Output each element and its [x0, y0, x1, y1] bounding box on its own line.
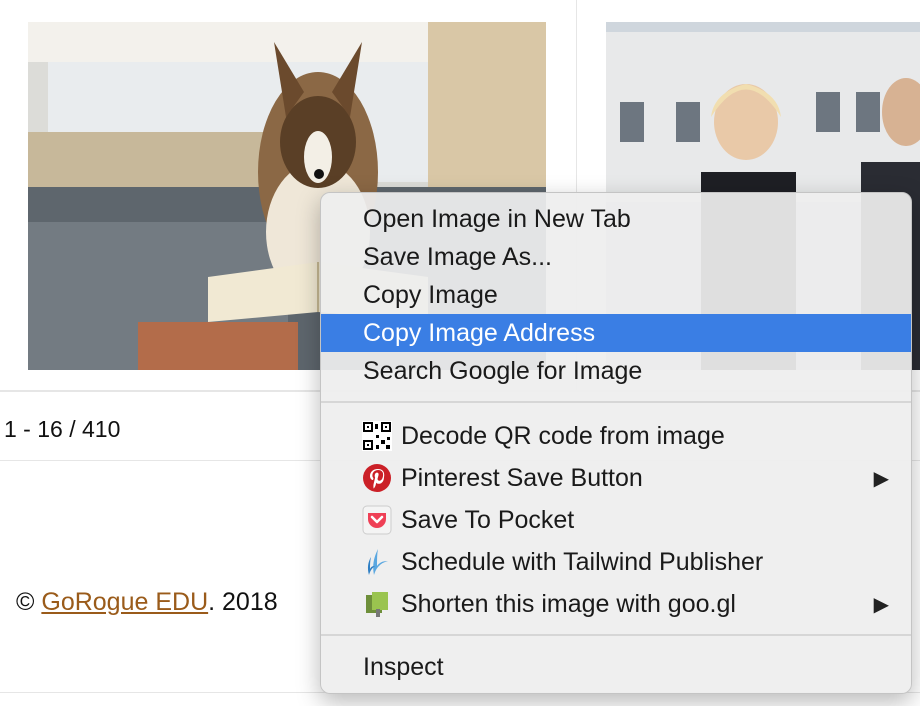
copyright-year: . 2018 — [208, 588, 278, 616]
submenu-arrow-icon: ▶ — [873, 593, 889, 616]
submenu-arrow-icon: ▶ — [873, 467, 889, 490]
menu-item-label: Search Google for Image — [363, 356, 643, 385]
pinterest-icon — [361, 462, 393, 494]
menu-inspect[interactable]: Inspect — [321, 648, 911, 686]
menu-item-label: Copy Image — [363, 280, 498, 309]
googl-shortener-icon — [361, 588, 393, 620]
pocket-icon — [361, 504, 393, 536]
menu-item-label: Open Image in New Tab — [363, 204, 631, 233]
menu-separator — [321, 634, 911, 636]
menu-tailwind-schedule[interactable]: Schedule with Tailwind Publisher — [321, 542, 911, 582]
menu-decode-qr[interactable]: Decode QR code from image — [321, 416, 911, 456]
menu-googl-shorten[interactable]: Shorten this image with goo.gl ▶ — [321, 584, 911, 624]
menu-save-to-pocket[interactable]: Save To Pocket — [321, 500, 911, 540]
tailwind-icon — [361, 546, 393, 578]
menu-item-label: Copy Image Address — [363, 318, 596, 347]
menu-item-label: Schedule with Tailwind Publisher — [401, 547, 764, 576]
copyright-symbol: © — [16, 588, 35, 616]
menu-copy-image-address[interactable]: Copy Image Address — [321, 314, 911, 352]
menu-separator — [321, 401, 911, 403]
menu-item-label: Decode QR code from image — [401, 421, 725, 450]
context-menu: Open Image in New Tab Save Image As... C… — [320, 192, 912, 694]
menu-item-label: Save Image As... — [363, 242, 552, 271]
qr-code-icon — [361, 420, 393, 452]
menu-item-label: Inspect — [363, 652, 444, 681]
menu-item-label: Shorten this image with goo.gl — [401, 589, 736, 618]
pagination-count: 1 - 16 / 410 — [4, 416, 121, 442]
menu-save-image-as[interactable]: Save Image As... — [321, 238, 911, 276]
menu-open-image-new-tab[interactable]: Open Image in New Tab — [321, 200, 911, 238]
menu-copy-image[interactable]: Copy Image — [321, 276, 911, 314]
footer-copyright: © GoRogue EDU. 2018 — [16, 588, 278, 617]
menu-item-label: Pinterest Save Button — [401, 463, 643, 492]
menu-pinterest-save[interactable]: Pinterest Save Button ▶ — [321, 458, 911, 498]
menu-search-google-image[interactable]: Search Google for Image — [321, 352, 911, 390]
menu-item-label: Save To Pocket — [401, 505, 575, 534]
gorogue-edu-link[interactable]: GoRogue EDU — [41, 588, 208, 616]
